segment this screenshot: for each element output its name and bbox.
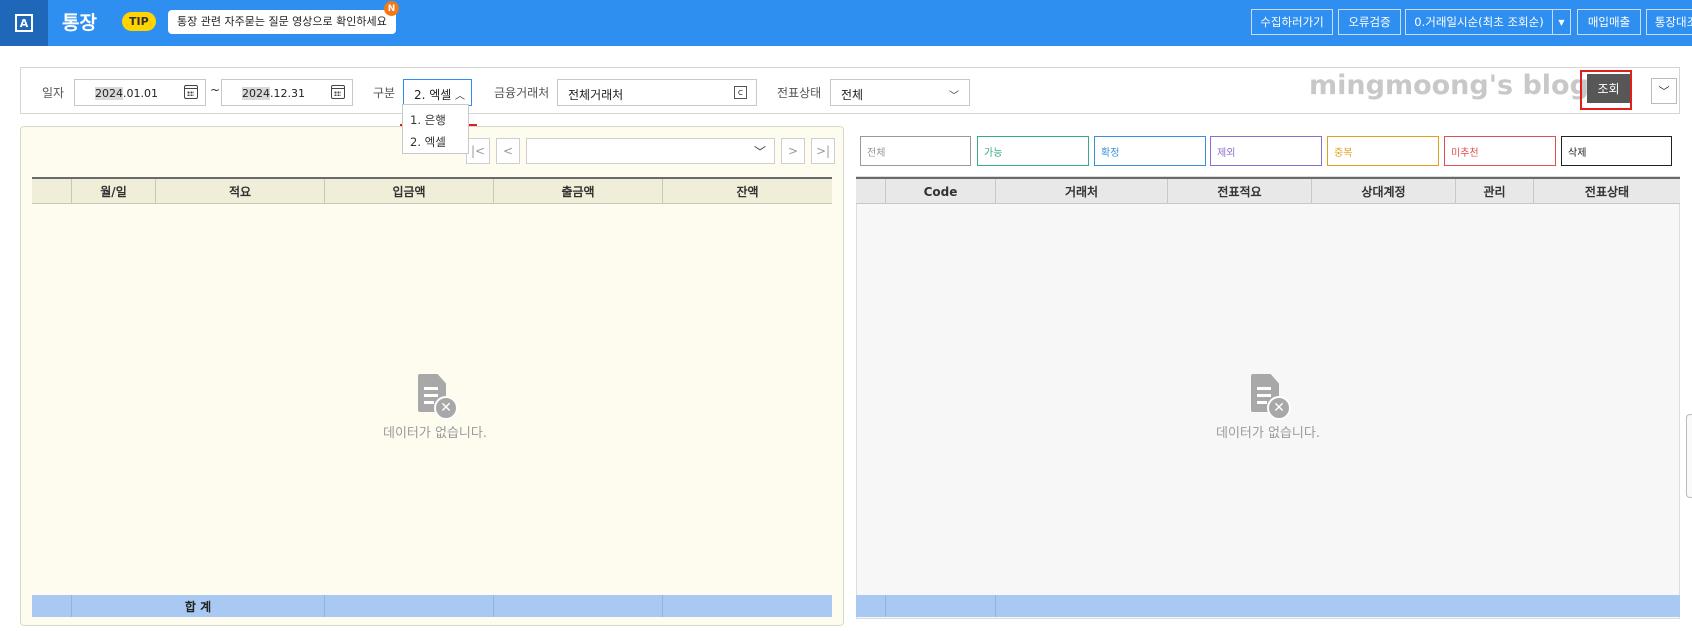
first-page-icon: |< bbox=[470, 144, 486, 158]
right-empty-text: 데이터가 없습니다. bbox=[1216, 426, 1320, 441]
right-grid-footer bbox=[856, 595, 1680, 617]
col-code[interactable]: Code bbox=[886, 179, 996, 204]
left-empty-text: 데이터가 없습니다. bbox=[383, 426, 487, 441]
date-to-value: 2024.12.31 bbox=[242, 87, 305, 100]
error-check-button[interactable]: 오류검증 bbox=[1338, 9, 1401, 35]
date-to-rest: .12.31 bbox=[270, 87, 305, 100]
search-button[interactable]: 조회 bbox=[1587, 74, 1630, 103]
page-select[interactable]: ﹀ bbox=[526, 138, 775, 164]
calendar-icon[interactable] bbox=[331, 85, 345, 99]
total-balance bbox=[663, 595, 832, 617]
chevron-down-icon: ﹀ bbox=[949, 91, 959, 102]
side-scroll-handle[interactable] bbox=[1686, 414, 1692, 498]
col-voucher-summary[interactable]: 전표적요 bbox=[1168, 179, 1312, 204]
purchase-sales-button[interactable]: 매입매출 bbox=[1577, 9, 1641, 35]
chevron-down-icon: ﹀ bbox=[753, 144, 766, 159]
tip-link[interactable]: 통장 관련 자주묻는 질문 영상으로 확인하세요 bbox=[168, 10, 396, 34]
page-title: 통장 bbox=[62, 12, 97, 34]
row-select-header[interactable] bbox=[32, 179, 72, 204]
col-date[interactable]: 월/일 bbox=[72, 179, 156, 204]
gubun-dropdown: 1. 은행 2. 엑셀 bbox=[402, 104, 469, 154]
partner-value: 전체거래처 bbox=[568, 88, 624, 102]
partner-label: 금융거래처 bbox=[494, 86, 550, 100]
app-logo[interactable]: A bbox=[0, 0, 48, 46]
right-grid-header: Code 거래처 전표적요 상대계정 관리 전표상태 bbox=[856, 177, 1680, 204]
filter-chip-duplicate[interactable]: 중복 bbox=[1327, 136, 1439, 166]
top-bar: A 통장 TIP 통장 관련 자주묻는 질문 영상으로 확인하세요 N 수집하러… bbox=[0, 0, 1692, 46]
sort-order-select[interactable]: 0.거래일시순(최초 조회순) ▼ bbox=[1405, 9, 1571, 35]
col-voucher-status[interactable]: 전표상태 bbox=[1534, 179, 1680, 204]
first-page-button[interactable]: |< bbox=[466, 138, 490, 164]
date-from-value: 2024.01.01 bbox=[95, 87, 158, 100]
partner-search-icon[interactable]: C bbox=[734, 86, 747, 99]
right-empty-state: ✕ 데이터가 없습니다. bbox=[1193, 374, 1343, 441]
tip-badge: TIP bbox=[122, 12, 156, 31]
col-deposit[interactable]: 입금액 bbox=[325, 179, 494, 204]
filter-chip-all[interactable]: 전체 bbox=[860, 136, 971, 166]
gubun-option-bank[interactable]: 1. 은행 bbox=[410, 112, 446, 128]
filter-chip-confirmed[interactable]: 확정 bbox=[1094, 136, 1206, 166]
left-empty-state: ✕ 데이터가 없습니다. bbox=[360, 374, 510, 441]
no-data-icon: ✕ bbox=[1251, 374, 1291, 420]
col-counter-account[interactable]: 상대계정 bbox=[1312, 179, 1456, 204]
collect-button[interactable]: 수집하러가기 bbox=[1251, 9, 1333, 35]
date-from-year: 2024 bbox=[95, 87, 123, 100]
chevron-left-icon: < bbox=[502, 144, 514, 158]
left-grid-footer: 합 계 bbox=[32, 595, 832, 617]
sort-order-label: 0.거래일시순(최초 조회순) bbox=[1414, 15, 1544, 29]
date-to-input[interactable]: 2024.12.31 bbox=[221, 79, 353, 106]
chevron-right-icon: > bbox=[787, 144, 799, 158]
partner-input[interactable]: 전체거래처 C bbox=[557, 79, 757, 106]
filter-chip-unrecommended[interactable]: 미추천 bbox=[1444, 136, 1556, 166]
last-page-icon: >| bbox=[815, 144, 831, 158]
date-from-rest: .01.01 bbox=[123, 87, 158, 100]
status-select[interactable]: 전체 ﹀ bbox=[830, 79, 970, 106]
total-withdrawal bbox=[494, 595, 663, 617]
calendar-icon[interactable] bbox=[184, 85, 198, 99]
app-logo-letter: A bbox=[15, 14, 33, 32]
col-manage[interactable]: 관리 bbox=[1456, 179, 1534, 204]
blog-watermark: mingmoong's blog bbox=[1309, 70, 1589, 101]
gubun-label: 구분 bbox=[373, 86, 396, 100]
row-select-header[interactable] bbox=[856, 179, 886, 204]
gubun-value: 2. 엑셀 bbox=[414, 88, 452, 102]
purchase-sales-button-label: 매입매출 bbox=[1587, 15, 1631, 29]
date-from-input[interactable]: 2024.01.01 bbox=[74, 79, 206, 106]
last-page-button[interactable]: >| bbox=[811, 138, 835, 164]
caret-down-icon[interactable]: ▼ bbox=[1552, 10, 1570, 34]
bank-reconcile-button-label: 통장대조 bbox=[1654, 15, 1692, 29]
collect-button-label: 수집하러가기 bbox=[1260, 15, 1324, 29]
left-grid-header: 월/일 적요 입금액 출금액 잔액 bbox=[32, 177, 832, 204]
chevron-down-icon[interactable]: ﹀ bbox=[1651, 78, 1677, 104]
col-withdrawal[interactable]: 출금액 bbox=[494, 179, 663, 204]
new-badge: N bbox=[384, 1, 399, 16]
total-deposit bbox=[325, 595, 494, 617]
prev-page-button[interactable]: < bbox=[496, 138, 520, 164]
filter-chip-deleted[interactable]: 삭제 bbox=[1561, 136, 1672, 166]
gubun-option-excel[interactable]: 2. 엑셀 bbox=[410, 134, 446, 150]
status-value: 전체 bbox=[841, 88, 864, 102]
next-page-button[interactable]: > bbox=[781, 138, 805, 164]
col-summary[interactable]: 적요 bbox=[156, 179, 325, 204]
bank-reconcile-button[interactable]: 통장대조 bbox=[1646, 9, 1692, 35]
gubun-select[interactable]: 2. 엑셀 ︿ bbox=[403, 79, 472, 106]
status-label: 전표상태 bbox=[777, 86, 822, 100]
filter-chip-possible[interactable]: 가능 bbox=[977, 136, 1089, 166]
no-data-icon: ✕ bbox=[418, 374, 458, 420]
date-to-year: 2024 bbox=[242, 87, 270, 100]
error-check-button-label: 오류검증 bbox=[1348, 15, 1391, 29]
chevron-up-icon: ︿ bbox=[455, 91, 465, 102]
col-partner[interactable]: 거래처 bbox=[996, 179, 1168, 204]
filter-panel: 일자 2024.01.01 ~ 2024.12.31 구분 2. 엑셀 ︿ 금융… bbox=[20, 67, 1680, 114]
date-range-separator: ~ bbox=[210, 83, 221, 97]
total-label: 합 계 bbox=[72, 595, 325, 617]
col-balance[interactable]: 잔액 bbox=[663, 179, 832, 204]
date-label: 일자 bbox=[42, 86, 65, 100]
filter-chip-excluded[interactable]: 제외 bbox=[1210, 136, 1322, 166]
